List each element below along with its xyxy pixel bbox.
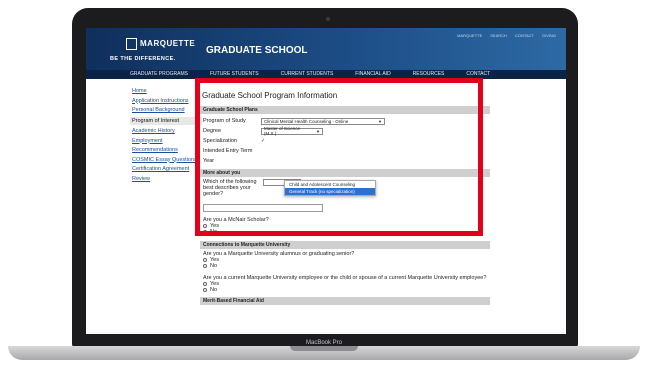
top-link[interactable]: GIVING [542, 33, 556, 38]
radio-icon [203, 288, 207, 292]
site-logo[interactable]: MARQUETTE [126, 38, 195, 50]
sidebar-item-program-of-interest[interactable]: Program of Interest [130, 116, 202, 125]
employee-no[interactable]: No [200, 287, 490, 293]
sidebar-item-employment[interactable]: Employment [132, 138, 202, 145]
radio-label: No [210, 263, 218, 269]
radio-icon [203, 264, 207, 268]
laptop: MacBook Pro MARQUETTE BE THE DIFFERENCE.… [0, 0, 648, 369]
sidebar-item-academic-history[interactable]: Academic History [132, 128, 202, 135]
camera-dot [326, 17, 330, 21]
radio-icon [203, 282, 207, 286]
seal-icon [126, 38, 137, 50]
sidebar: Home Application Instructions Personal B… [130, 88, 202, 185]
sidebar-item-cosmic-essay[interactable]: COSMIC Essay Questions [132, 157, 202, 164]
sidebar-item-home[interactable]: Home [132, 88, 202, 95]
sidebar-item-certification[interactable]: Certification Agreement [132, 166, 202, 173]
device-brand-label: MacBook Pro [305, 340, 342, 346]
laptop-notch [290, 346, 358, 351]
radio-icon [203, 258, 207, 262]
top-link[interactable]: SEARCH [490, 33, 507, 38]
sidebar-item-review[interactable]: Review [132, 176, 202, 183]
employee-question: Are you a current Marquette University e… [203, 275, 487, 281]
nav-graduate-programs[interactable]: GRADUATE PROGRAMS [130, 70, 188, 79]
section-header-merit: Merit-Based Financial Aid [200, 297, 490, 305]
section-header-connections: Connections to Marquette University [200, 241, 490, 249]
alumnus-no[interactable]: No [200, 263, 490, 269]
screen: MARQUETTE BE THE DIFFERENCE. GRADUATE SC… [86, 28, 566, 334]
radio-label: No [210, 287, 218, 293]
top-links: MARQUETTE SEARCH CONTACT GIVING [457, 33, 556, 38]
sidebar-item-application-instructions[interactable]: Application Instructions [132, 98, 202, 105]
site-header: MARQUETTE BE THE DIFFERENCE. GRADUATE SC… [86, 28, 566, 70]
tagline: BE THE DIFFERENCE. [110, 56, 176, 62]
site-name: GRADUATE SCHOOL [206, 45, 308, 56]
logo-text: MARQUETTE [140, 39, 196, 49]
top-link[interactable]: CONTACT [515, 33, 534, 38]
highlight-box [195, 78, 483, 236]
top-link[interactable]: MARQUETTE [457, 33, 482, 38]
sidebar-item-recommendations[interactable]: Recommendations [132, 147, 202, 154]
sidebar-item-personal-background[interactable]: Personal Background [132, 107, 202, 114]
